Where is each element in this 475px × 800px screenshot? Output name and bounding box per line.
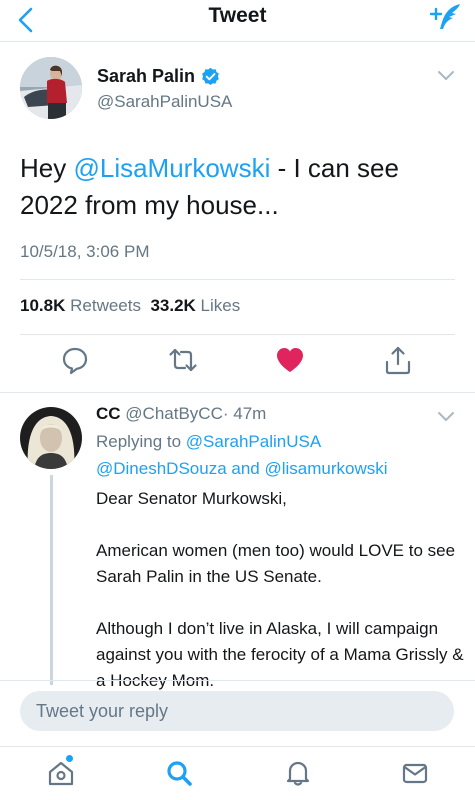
page-title: Tweet [208,4,267,27]
reply-text: Dear Senator Murkowski, American women (… [96,486,466,720]
reply-paragraph: Dear Senator Murkowski, [96,489,287,508]
replying-to-link[interactable]: @lisamurkowski [265,459,388,478]
divider [20,334,455,335]
replying-to-link[interactable]: @SarahPalinUSA [186,432,321,451]
top-nav-bar: Tweet [0,0,475,42]
author-avatar[interactable] [20,57,82,119]
messages-icon[interactable] [401,759,429,787]
tweet-text-prefix: Hey [20,153,74,183]
retweets-label[interactable]: Retweets [70,296,141,315]
home-notification-dot [66,755,73,762]
replying-to-prefix: Replying to [96,432,182,451]
tweet-options-chevron-icon[interactable] [437,70,455,82]
search-icon[interactable] [165,759,193,787]
reply-dot-separator: · [222,404,229,423]
replying-to-link[interactable]: @DineshDSouza [96,459,227,478]
replying-to-and[interactable]: and [231,459,259,478]
likes-label[interactable]: Likes [201,296,241,315]
tweet-actions [0,345,475,381]
mention-link[interactable]: @LisaMurkowski [73,153,270,183]
notifications-icon[interactable] [284,759,312,787]
reply-options-chevron-icon[interactable] [437,411,455,423]
reply-paragraph: Although I don’t live in Alaska, I will … [96,619,464,690]
composer-divider [0,680,475,681]
author-handle[interactable]: @SarahPalinUSA [97,92,232,112]
likes-count[interactable]: 33.2K [150,296,195,315]
engagement-stats: 10.8K Retweets 33.2K Likes [20,296,240,316]
divider [20,279,455,280]
author-name-text[interactable]: Sarah Palin [97,66,195,87]
reply-icon[interactable] [60,345,90,375]
section-separator [0,392,475,393]
compose-tweet-icon[interactable] [429,2,463,32]
share-icon[interactable] [383,345,413,375]
reply-author-handle[interactable]: @ChatByCC [125,404,223,423]
reply-input[interactable] [20,691,454,731]
reply-author-name[interactable]: CC [96,404,121,423]
reply-age: 47m [233,404,267,423]
retweets-count[interactable]: 10.8K [20,296,65,315]
like-heart-icon[interactable] [275,345,305,375]
bottom-tab-bar [0,746,475,800]
tweet-text: Hey @LisaMurkowski - I can see 2022 from… [20,150,460,224]
retweet-icon[interactable] [168,345,198,375]
author-name[interactable]: Sarah Palin [97,66,220,87]
reply-paragraph: American women (men too) would LOVE to s… [96,541,456,586]
verified-badge-icon [202,67,219,86]
reply-header: CC @ChatByCC· 47m [96,404,266,424]
replying-to: Replying to @SarahPalinUSA @DineshDSouza… [96,428,466,482]
thread-line [50,475,53,685]
home-icon[interactable] [47,759,75,787]
tweet-timestamp: 10/5/18, 3:06 PM [20,242,150,261]
reply-author-avatar[interactable] [20,407,82,469]
